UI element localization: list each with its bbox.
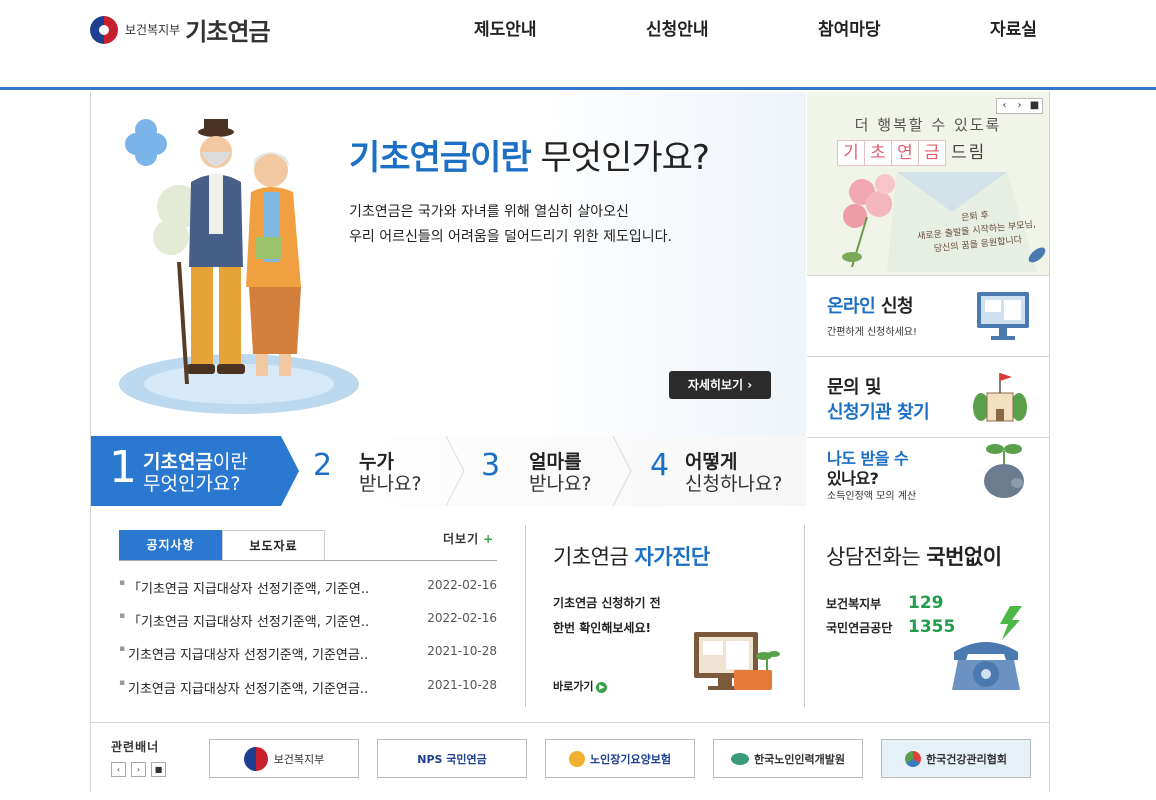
nav-application-guide[interactable]: 신청안내 (646, 15, 709, 40)
hero-description: 기초연금은 국가와 자녀를 위해 열심히 살아오신 우리 어르신들의 어려움을 … (349, 200, 672, 250)
site-header: 보건복지부 기초연금 제도안내 신청안내 참여마당 자료실 (0, 0, 1156, 90)
inquiry-box[interactable]: 문의 및 신청기관 찾기 (807, 356, 1049, 437)
nav-participation[interactable]: 참여마당 (818, 15, 881, 40)
self-diagnosis-title: 기초연금 자가진단 (553, 545, 710, 569)
online-application-title: 온라인 신청 (827, 296, 914, 317)
notice-title[interactable]: 기초연금 지급대상자 선정기준액, 기준연금.. (128, 678, 418, 697)
hero-title-highlight: 기초연금이란 (349, 138, 532, 178)
step-1-number: 1 (109, 442, 137, 493)
step-4-number: 4 (650, 448, 670, 483)
eligibility-check-box[interactable]: 나도 받을 수 있나요? 소득인정액 모의 계산 (807, 437, 1049, 506)
tab-notices[interactable]: 공지사항 (119, 530, 222, 561)
online-application-sub: 간편하게 신청하세요! (827, 327, 917, 338)
divider (804, 525, 805, 707)
call-center-title: 상담전화는 국번없이 (826, 545, 1002, 569)
tab-press[interactable]: 보도자료 (222, 530, 325, 561)
step-4-tab[interactable]: 4 어떻게 신청하나요? (636, 436, 806, 506)
piggy-bank-icon (984, 444, 1024, 498)
notice-date: 2022-02-16 (427, 611, 497, 625)
divider (525, 525, 526, 707)
nav-system-guide[interactable]: 제도안내 (474, 15, 537, 40)
bullet-icon: ▪ (119, 611, 126, 621)
hero-section: 기초연금이란 무엇인가요? 기초연금은 국가와 자녀를 위해 열심히 살아오신 … (91, 92, 806, 436)
notice-row-2[interactable]: ▪ 「기초연금 지급대상자 선정기준액, 기준연.. 2022-02-16 (119, 611, 497, 631)
inquiry-line1: 문의 및 (827, 377, 881, 398)
ltc-logo-icon (569, 750, 586, 767)
self-diagnosis-description: 기초연금 신청하기 전 한번 확인해보세요! (553, 596, 661, 635)
kahp-logo-icon (905, 750, 922, 767)
plus-icon: + (483, 532, 495, 546)
hero-title: 기초연금이란 무엇인가요? (349, 130, 710, 179)
kordi-logo-icon (730, 752, 749, 765)
play-icon: ▶ (596, 681, 608, 693)
notice-date: 2021-10-28 (427, 678, 497, 692)
step-2-label: 누가 받나요? (359, 451, 422, 495)
notice-more-link[interactable]: 더보기 + (443, 530, 494, 547)
logo-product: 기초연금 (185, 18, 270, 46)
step-tabs: 1 기초연금이란 무엇인가요? 2 누가 받나요? 3 얼마를 받나요? 4 어… (91, 436, 806, 506)
notice-row-3[interactable]: ▪ 기초연금 지급대상자 선정기준액, 기준연금.. 2021-10-28 (119, 644, 497, 664)
step-2-tab[interactable]: 2 누가 받나요? (301, 436, 446, 506)
hero-title-rest: 무엇인가요? (530, 138, 709, 178)
computer-monitor-icon (977, 292, 1029, 340)
notice-tabs: 공지사항 보도자료 (119, 530, 325, 561)
step-3-label: 얼마를 받나요? (529, 451, 592, 495)
step-1-label: 기초연금이란 무엇인가요? (143, 451, 248, 495)
online-application-box[interactable]: 온라인 신청 간편하게 신청하세요! (807, 275, 1049, 356)
related-banners-title: 관련배너 (111, 740, 160, 754)
government-seal-icon (90, 15, 118, 44)
tab-underline (119, 560, 497, 561)
step-1-tab[interactable]: 1 기초연금이란 무엇인가요? (91, 436, 281, 506)
banner-mohw[interactable]: 보건복지부 (209, 739, 359, 778)
logo-ministry: 보건복지부 (125, 23, 181, 37)
site-logo[interactable]: 보건복지부 기초연금 (90, 12, 271, 47)
calculator-monitor-icon (694, 632, 780, 690)
hero-desc-line2: 우리 어르신들의 어려움을 덜어드리기 위한 제도입니다. (349, 229, 672, 245)
office-building-icon (973, 373, 1027, 422)
phone-number: 129 (908, 593, 944, 613)
notice-row-1[interactable]: ▪ 「기초연금 지급대상자 선정기준액, 기준연.. 2022-02-16 (119, 578, 497, 598)
eligibility-line2: 있나요? (827, 469, 879, 488)
related-next-button[interactable]: › (131, 762, 146, 777)
banner-kordi[interactable]: 한국노인인력개발원 (713, 739, 863, 778)
details-button[interactable]: 자세히보기 › (669, 371, 771, 399)
hero-desc-line1: 기초연금은 국가와 자녀를 위해 열심히 살아오신 (349, 204, 629, 220)
eligibility-sub: 소득인정액 모의 계산 (827, 491, 917, 502)
step-2-number: 2 (313, 448, 333, 483)
call-row-mohw: 보건복지부 129 (826, 593, 944, 613)
promo-banner[interactable]: ‹ › ■ 더 행복할 수 있도록 기 초 연 금 드림 은퇴 후 새로운 출발… (807, 92, 1049, 275)
banner-kahp[interactable]: 한국건강관리협회 (881, 739, 1031, 778)
banner-ltc-insurance[interactable]: 노인장기요양보험 (545, 739, 695, 778)
notice-title[interactable]: 기초연금 지급대상자 선정기준액, 기준연금.. (128, 644, 418, 663)
government-seal-icon (243, 746, 268, 771)
notice-title[interactable]: 「기초연금 지급대상자 선정기준액, 기준연.. (128, 611, 418, 630)
call-row-nps: 국민연금공단 1355 (826, 617, 956, 637)
step-3-tab[interactable]: 3 얼마를 받나요? (467, 436, 613, 506)
telephone-icon (952, 606, 1022, 690)
notice-title[interactable]: 「기초연금 지급대상자 선정기준액, 기준연.. (128, 578, 418, 597)
bullet-icon: ▪ (119, 678, 126, 688)
self-diagnosis-go-link[interactable]: 바로가기 ▶ (553, 678, 608, 694)
nav-resources[interactable]: 자료실 (990, 15, 1037, 40)
notice-row-4[interactable]: ▪ 기초연금 지급대상자 선정기준액, 기준연금.. 2021-10-28 (119, 678, 497, 698)
bullet-icon: ▪ (119, 578, 126, 588)
related-prev-button[interactable]: ‹ (111, 762, 126, 777)
banner-nps[interactable]: NPS 국민연금 (377, 739, 527, 778)
step-4-label: 어떻게 신청하나요? (685, 451, 783, 495)
inquiry-line2: 신청기관 찾기 (827, 402, 930, 423)
notice-date: 2021-10-28 (427, 644, 497, 658)
step-3-number: 3 (481, 448, 501, 483)
related-banners-controls: ‹ › ■ (111, 762, 166, 777)
notice-date: 2022-02-16 (427, 578, 497, 592)
bullet-icon: ▪ (119, 644, 126, 654)
related-stop-button[interactable]: ■ (151, 762, 166, 777)
